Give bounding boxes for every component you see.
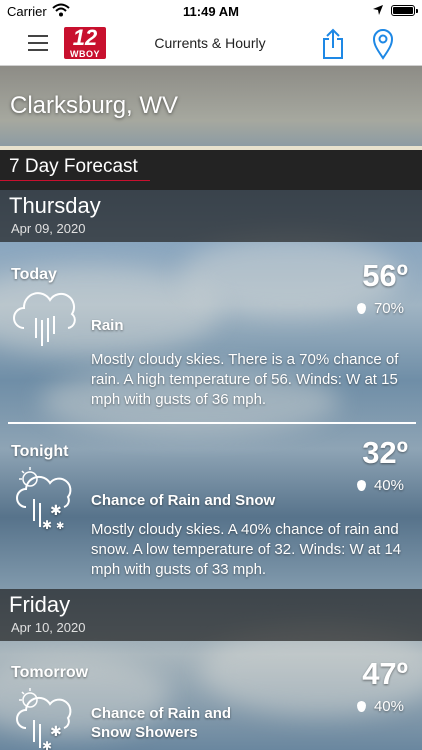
description: Mostly cloudy skies. A 40% chance of rai…: [91, 521, 402, 578]
precip-chance: 40%: [356, 477, 404, 494]
condition: Rain: [91, 317, 124, 334]
svg-text:✱: ✱: [42, 739, 52, 750]
hamburger-menu-icon[interactable]: [28, 35, 48, 51]
rain-icon: [10, 288, 80, 357]
raindrop-icon: [356, 701, 366, 712]
nav-title[interactable]: Currents & Hourly: [120, 35, 300, 51]
location-pin-icon[interactable]: [372, 28, 394, 65]
section-title-underline: [0, 180, 150, 181]
period-temp: 56º: [362, 258, 408, 293]
location-services-icon: [372, 4, 384, 19]
status-bar: Carrier 11:49 AM: [0, 0, 422, 22]
seven-day-header: 7 Day Forecast: [0, 150, 422, 190]
day-date: Apr 09, 2020: [11, 221, 86, 236]
location-title: Clarksburg, WV: [10, 92, 179, 119]
precip-value: 40%: [373, 477, 404, 494]
period-name: Today: [11, 266, 57, 283]
day-name: Friday: [9, 592, 71, 617]
description: Mostly cloudy skies. There is a 70% chan…: [91, 351, 399, 408]
period-temp: 47º: [362, 656, 408, 691]
precip-chance: 70%: [356, 300, 404, 317]
forecast-period-tonight[interactable]: Tonight 32º 40% ✱ ✱ ✱ Chance of Rain and…: [0, 435, 422, 583]
section-title: 7 Day Forecast: [9, 156, 138, 177]
day-name: Thursday: [9, 193, 101, 218]
svg-text:✱: ✱: [50, 503, 62, 519]
logo-number: 12: [72, 25, 98, 50]
condition: Chance of Rain and Snow Showers: [91, 705, 232, 741]
condition: Chance of Rain and Snow: [91, 492, 276, 509]
precip-value: 70%: [373, 300, 404, 317]
logo-call-letters: WBOY: [70, 49, 100, 59]
precip-value: 40%: [373, 698, 404, 715]
svg-text:✱: ✱: [42, 518, 52, 532]
battery-icon: [391, 5, 418, 16]
day-date: Apr 10, 2020: [11, 620, 86, 635]
raindrop-icon: [356, 303, 366, 314]
nav-bar: 12 WBOY Currents & Hourly: [0, 22, 422, 66]
rain-snow-icon: ✱ ✱: [10, 686, 80, 750]
share-icon[interactable]: [320, 28, 346, 65]
svg-text:✱: ✱: [56, 521, 64, 532]
forecast-period-tomorrow[interactable]: Tomorrow 47º 40% ✱ ✱ Chance of Rain and …: [0, 656, 422, 750]
day-header-friday: Friday Apr 10, 2020: [0, 589, 422, 641]
period-name: Tonight: [11, 443, 69, 460]
raindrop-icon: [356, 480, 366, 491]
period-temp: 32º: [362, 435, 408, 470]
clock: 11:49 AM: [183, 4, 239, 19]
period-name: Tomorrow: [11, 664, 89, 681]
forecast-period-today[interactable]: Today 56º 70% Rain Mostly cloudy skies. …: [0, 258, 422, 416]
station-logo: 12 WBOY: [64, 27, 106, 59]
precip-chance: 40%: [356, 698, 404, 715]
svg-text:✱: ✱: [50, 724, 62, 740]
day-header-thursday: Thursday Apr 09, 2020: [0, 190, 422, 242]
rain-snow-icon: ✱ ✱ ✱: [10, 465, 80, 538]
period-divider: [8, 422, 416, 424]
